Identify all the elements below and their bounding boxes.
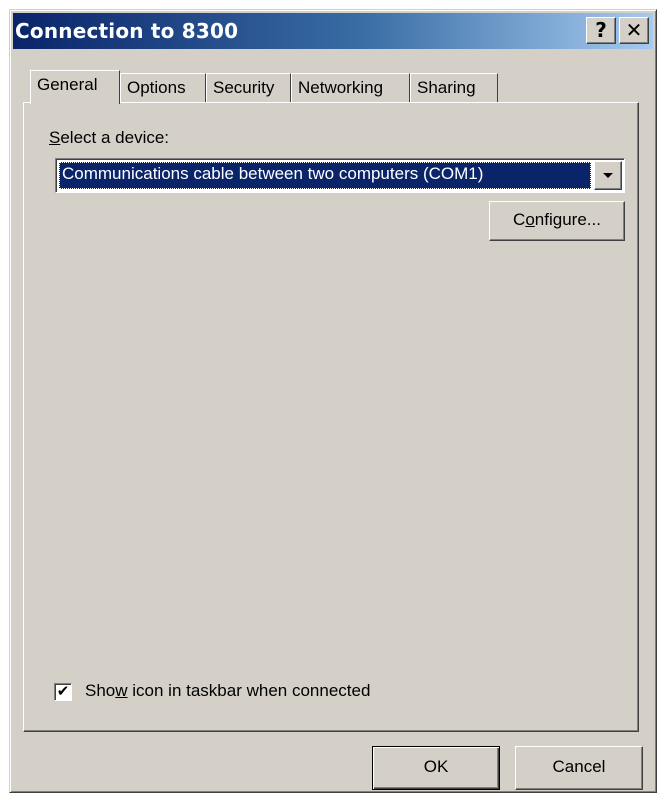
select-device-mnemonic: S <box>49 128 61 147</box>
title-bar[interactable]: Connection to 8300 ? ✕ <box>13 13 653 49</box>
tab-options[interactable]: Options <box>120 73 206 103</box>
tab-general-label: General <box>37 75 98 94</box>
configure-button[interactable]: Configure... <box>489 201 625 241</box>
help-button[interactable]: ? <box>586 17 616 44</box>
device-select[interactable]: Communications cable between two compute… <box>55 158 625 193</box>
configure-mnemonic: o <box>525 210 535 229</box>
general-tab-panel <box>23 102 639 732</box>
show-icon-label[interactable]: Show icon in taskbar when connected <box>85 681 370 701</box>
dialog-title: Connection to 8300 <box>15 19 239 43</box>
chevron-down-icon[interactable] <box>594 161 622 190</box>
select-device-label-text: elect a device: <box>60 128 170 147</box>
tab-networking-label: Networking <box>298 78 384 97</box>
tab-general[interactable]: General <box>30 70 120 104</box>
tab-security-label: Security <box>213 78 275 97</box>
ok-button[interactable]: OK <box>372 746 500 790</box>
select-device-label: Select a device: <box>49 128 169 148</box>
show-icon-checkbox[interactable]: ✔ <box>54 683 72 701</box>
close-icon: ✕ <box>625 18 643 42</box>
checkmark-icon: ✔ <box>56 683 70 700</box>
show-icon-label-pre: Sho <box>85 681 116 700</box>
tab-sharing-label: Sharing <box>417 78 476 97</box>
tab-sharing[interactable]: Sharing <box>410 73 498 103</box>
close-button[interactable]: ✕ <box>619 17 649 44</box>
show-icon-mnemonic: w <box>115 681 128 700</box>
tab-networking[interactable]: Networking <box>291 73 410 103</box>
cancel-button[interactable]: Cancel <box>515 746 643 790</box>
configure-label-post: nfigure... <box>534 210 601 229</box>
help-icon: ? <box>595 18 607 42</box>
configure-label-pre: C <box>513 210 526 229</box>
show-icon-label-post: icon in taskbar when connected <box>127 681 371 700</box>
device-select-value: Communications cable between two compute… <box>59 162 591 189</box>
tab-security[interactable]: Security <box>206 73 291 103</box>
tab-options-label: Options <box>127 78 186 97</box>
connection-dialog: Connection to 8300 ? ✕ General Options S… <box>9 9 657 793</box>
